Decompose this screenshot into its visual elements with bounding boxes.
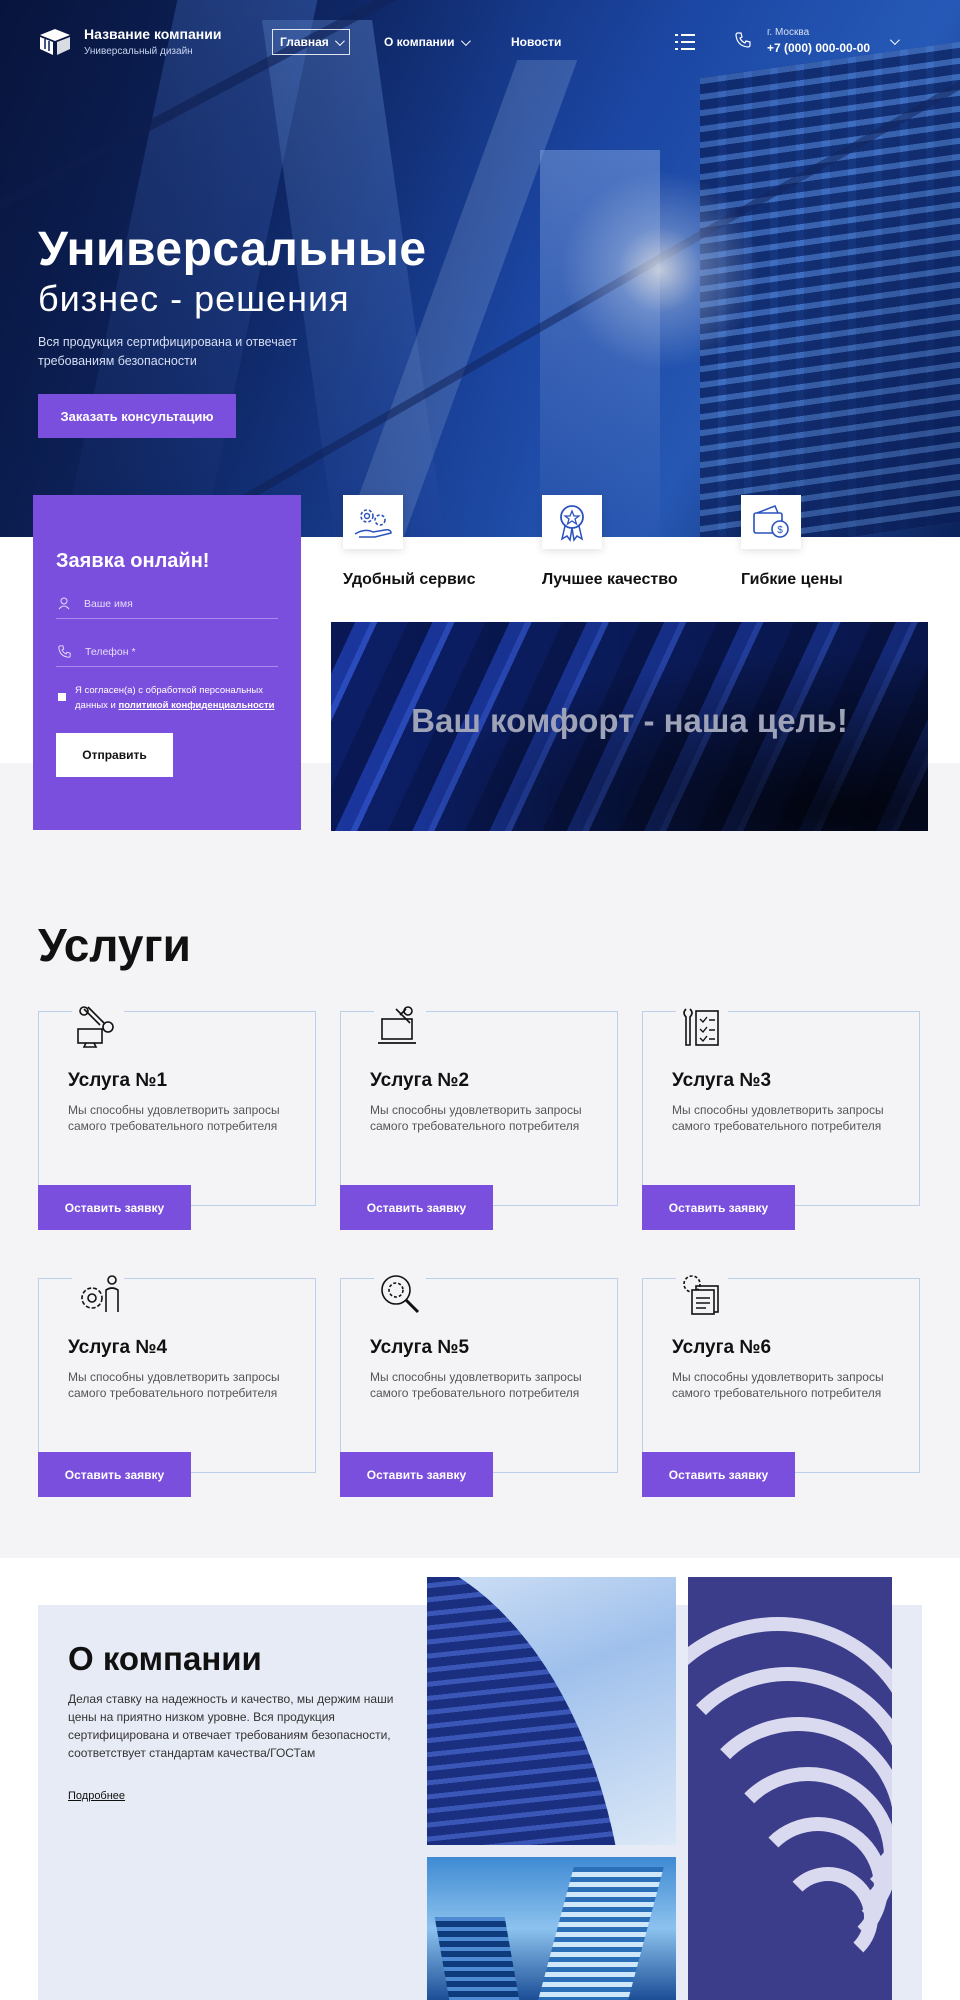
chevron-down-icon bbox=[460, 35, 471, 46]
service-description: Мы способны удовлетворить запросы самого… bbox=[370, 1103, 582, 1133]
user-icon bbox=[58, 597, 70, 610]
service-description: Мы способны удовлетворить запросы самого… bbox=[68, 1103, 280, 1133]
gear-document-icon bbox=[683, 1275, 719, 1315]
service-card: Услуга №1 Мы способны удовлетворить запр… bbox=[38, 1003, 316, 1231]
company-tagline: Универсальный дизайн bbox=[84, 46, 193, 57]
banner-text: Ваш комфорт - наша цель! bbox=[411, 702, 848, 739]
service-title: Услуга №2 bbox=[370, 1070, 470, 1091]
service-description: Мы способны удовлетворить запросы самого… bbox=[370, 1370, 582, 1400]
gears-hand-icon bbox=[354, 509, 392, 538]
leave-request-button[interactable]: Оставить заявку bbox=[340, 1452, 493, 1497]
service-card: Услуга №6 Мы способны удовлетворить запр… bbox=[642, 1270, 920, 1498]
feature-prices: $ Гибкие цены bbox=[741, 495, 921, 589]
city-label: г. Москва bbox=[767, 27, 810, 38]
chevron-down-icon bbox=[334, 35, 345, 46]
award-ribbon-icon bbox=[560, 505, 584, 542]
phone-icon bbox=[735, 32, 751, 48]
nav-item-label: Новости bbox=[511, 35, 562, 49]
service-description: Мы способны удовлетворить запросы самого… bbox=[68, 1370, 280, 1400]
laptop-tools-icon bbox=[378, 1006, 416, 1044]
form-title: Заявка онлайн! bbox=[56, 550, 210, 572]
feature-service: Удобный сервис bbox=[343, 495, 523, 589]
feature-label: Удобный сервис bbox=[343, 571, 476, 588]
hero-title: Универсальные bbox=[38, 223, 427, 276]
services-title: Услуги bbox=[38, 919, 191, 971]
building-photo-towers bbox=[427, 1857, 676, 2000]
feature-label: Лучшее качество bbox=[542, 571, 678, 588]
svg-text:$: $ bbox=[777, 525, 783, 536]
feature-quality: Лучшее качество bbox=[542, 495, 722, 589]
phone-placeholder: Телефон * bbox=[85, 645, 136, 658]
feature-label: Гибкие цены bbox=[741, 571, 843, 588]
service-description: Мы способны удовлетворить запросы самого… bbox=[672, 1370, 884, 1400]
about-title: О компании bbox=[68, 1640, 262, 1677]
leave-request-button[interactable]: Оставить заявку bbox=[642, 1185, 795, 1230]
service-description: Мы способны удовлетворить запросы самого… bbox=[672, 1103, 884, 1133]
service-card: Услуга №5 Мы способны удовлетворить запр… bbox=[340, 1270, 618, 1498]
service-card: Услуга №3 Мы способны удовлетворить запр… bbox=[642, 1003, 920, 1231]
consent-text: Я согласен(а) с обработкой персональных … bbox=[75, 685, 275, 711]
service-title: Услуга №4 bbox=[68, 1337, 168, 1358]
logo-cube-icon[interactable] bbox=[38, 27, 72, 57]
leave-request-button[interactable]: Оставить заявку bbox=[642, 1452, 795, 1497]
about-text: Делая ставку на надежность и качество, м… bbox=[68, 1692, 394, 1760]
service-title: Услуга №1 bbox=[68, 1070, 168, 1091]
menu-list-icon[interactable] bbox=[674, 32, 696, 52]
online-request-form: Заявка онлайн! Ваше имя Телефон * Я согл… bbox=[33, 495, 301, 830]
consent-row: Я согласен(а) с обработкой персональных … bbox=[58, 683, 283, 713]
wrench-checklist-icon bbox=[683, 1008, 719, 1046]
gear-person-icon bbox=[81, 1275, 119, 1312]
hero-subtitle: бизнес - решения bbox=[38, 278, 350, 319]
service-card: Услуга №2 Мы способны удовлетворить запр… bbox=[340, 1003, 618, 1231]
order-consultation-button[interactable]: Заказать консультацию bbox=[38, 394, 236, 438]
nav-item-label: Главная bbox=[280, 35, 329, 49]
submit-button[interactable]: Отправить bbox=[56, 733, 173, 777]
robot-arm-monitor-icon bbox=[77, 1006, 114, 1048]
nav-item-news[interactable]: Новости bbox=[504, 29, 568, 55]
building-photo-curved bbox=[427, 1577, 676, 1845]
phone-icon bbox=[58, 645, 71, 658]
hero-description: Вся продукция сертифицирована и отвечает… bbox=[38, 335, 297, 368]
leave-request-button[interactable]: Оставить заявку bbox=[38, 1452, 191, 1497]
chevron-down-icon[interactable] bbox=[889, 35, 900, 46]
service-title: Услуга №6 bbox=[672, 1337, 772, 1358]
name-field[interactable]: Ваше имя bbox=[56, 589, 278, 619]
phone-number[interactable]: +7 (000) 000-00-00 bbox=[767, 41, 870, 55]
name-placeholder: Ваше имя bbox=[84, 597, 133, 610]
service-card: Услуга №4 Мы способны удовлетворить запр… bbox=[38, 1270, 316, 1498]
consent-checkbox[interactable] bbox=[58, 693, 66, 701]
leave-request-button[interactable]: Оставить заявку bbox=[38, 1185, 191, 1230]
leave-request-button[interactable]: Оставить заявку bbox=[340, 1185, 493, 1230]
architecture-photo-arches bbox=[688, 1577, 892, 2000]
phone-field[interactable]: Телефон * bbox=[56, 637, 278, 667]
gear-magnifier-icon bbox=[381, 1275, 420, 1314]
nav-item-label: О компании bbox=[384, 35, 455, 49]
company-name[interactable]: Название компании bbox=[84, 26, 221, 42]
more-link[interactable]: Подробнее bbox=[68, 1790, 125, 1802]
service-title: Услуга №3 bbox=[672, 1070, 772, 1091]
site-header: Название компании Универсальный дизайн Г… bbox=[0, 0, 960, 84]
privacy-policy-link[interactable]: политикой конфиденциальности bbox=[118, 700, 274, 711]
service-title: Услуга №5 bbox=[370, 1337, 470, 1358]
wallet-coin-icon: $ bbox=[753, 505, 789, 538]
nav-item-home[interactable]: Главная bbox=[272, 29, 350, 55]
promo-banner: Ваш комфорт - наша цель! bbox=[331, 622, 928, 831]
nav-item-about[interactable]: О компании bbox=[377, 29, 475, 55]
